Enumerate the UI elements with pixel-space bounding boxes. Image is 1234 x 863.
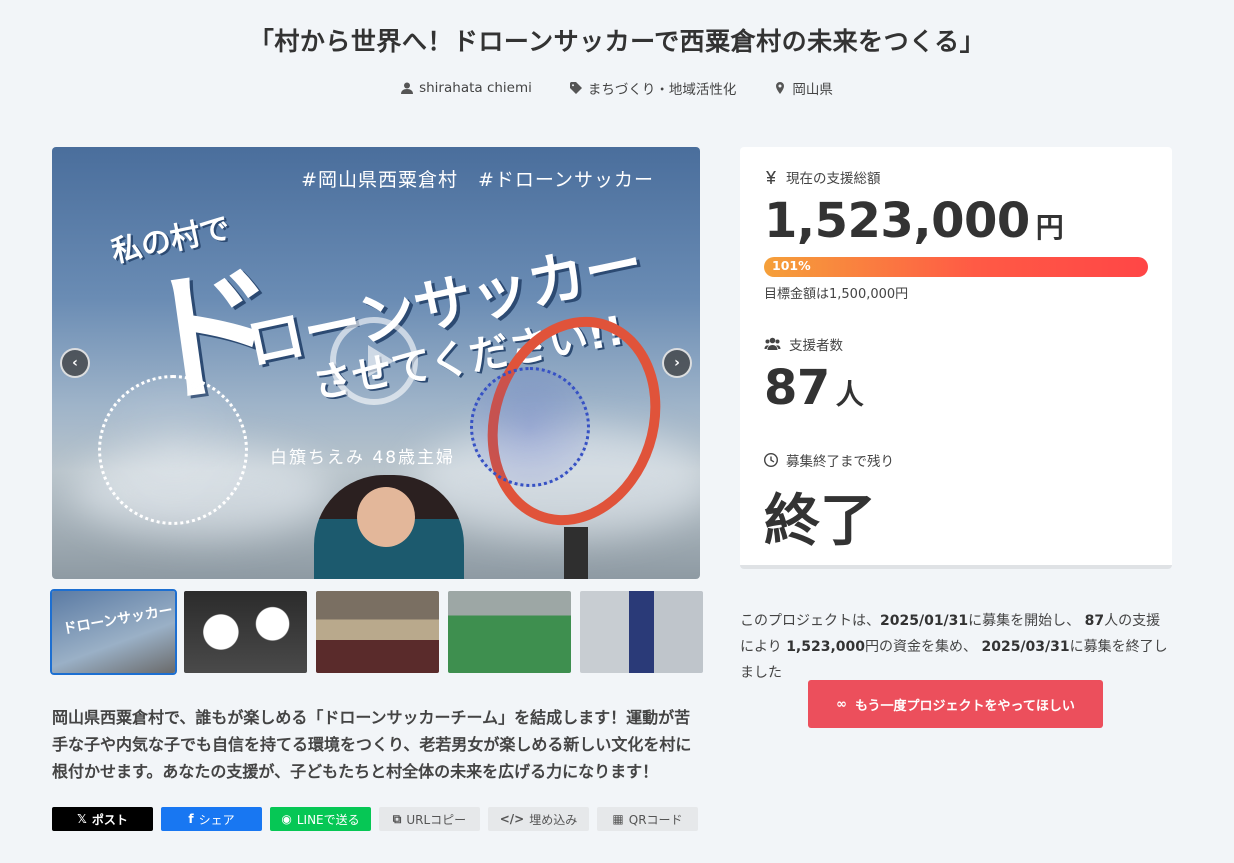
share-buttons: 𝕏 ポスト f シェア ◉ LINEで送る ⧉ URLコピー </> 埋め込み ▦ QRコー… bbox=[52, 807, 698, 831]
funding-stats-card: 現在の支援総額 1,523,000 円 101% 目標金額は1,500,000円… bbox=[740, 147, 1172, 569]
category-link[interactable]: まちづくり・地域活性化 bbox=[569, 78, 737, 98]
qr-icon: ▦ bbox=[612, 812, 624, 826]
summary-start-date: 2025/01/31 bbox=[880, 613, 969, 629]
code-icon: </> bbox=[499, 812, 525, 826]
summary-backers: 87 bbox=[1084, 613, 1105, 629]
amount-value: 1,523,000 円 bbox=[764, 193, 1148, 249]
backers-label-row: 支援者数 bbox=[764, 334, 1148, 354]
thumbnail-4[interactable] bbox=[448, 591, 571, 673]
tag-icon bbox=[569, 82, 582, 94]
infinity-icon: ∞ bbox=[836, 696, 847, 712]
amount-number: 1,523,000 bbox=[764, 193, 1030, 249]
remaining-value: 終了 bbox=[764, 489, 876, 554]
embed-label: 埋め込み bbox=[529, 812, 578, 827]
share-line-button[interactable]: ◉ LINEで送る bbox=[270, 807, 371, 831]
progress-bar: 101% bbox=[764, 257, 1148, 277]
backers-label: 支援者数 bbox=[789, 338, 843, 354]
remaining-label: 募集終了まで残り bbox=[786, 454, 894, 470]
amount-label: 現在の支援総額 bbox=[786, 171, 881, 187]
request-again-label: もう一度プロジェクトをやってほしい bbox=[854, 698, 1075, 714]
person-face bbox=[357, 487, 415, 547]
summary-text: 円の資金を集め、 bbox=[865, 639, 978, 655]
user-icon bbox=[401, 82, 414, 94]
users-icon bbox=[764, 337, 781, 350]
copy-url-label: URLコピー bbox=[406, 812, 467, 827]
remaining-label-row: 募集終了まで残り bbox=[764, 450, 1148, 470]
copy-icon: ⧉ bbox=[392, 811, 402, 826]
summary-end-date: 2025/03/31 bbox=[981, 639, 1070, 655]
yen-icon bbox=[766, 171, 776, 184]
thumbnail-5[interactable] bbox=[580, 591, 703, 673]
project-title: 「村から世界へ！ドローンサッカーで西粟倉村の未来をつくる」 bbox=[248, 27, 986, 56]
next-slide-button[interactable]: › bbox=[662, 348, 692, 378]
prev-slide-button[interactable]: ‹ bbox=[60, 348, 90, 378]
play-video-icon[interactable] bbox=[330, 317, 418, 405]
thumbnail-3[interactable] bbox=[316, 591, 439, 673]
author-name: shirahata chiemi bbox=[419, 80, 532, 96]
hero-hashtags: #岡山県西粟倉村 #ドローンサッカー bbox=[301, 169, 654, 191]
goal-amount: 目標金額は1,500,000円 bbox=[764, 287, 909, 302]
amount-unit: 円 bbox=[1035, 211, 1064, 244]
x-icon: 𝕏 bbox=[77, 812, 87, 826]
project-description: 岡山県西粟倉村で、誰もが楽しめる「ドローンサッカーチーム」を結成します！運動が苦… bbox=[52, 708, 692, 781]
copy-url-button[interactable]: ⧉ URLコピー bbox=[379, 807, 480, 831]
summary-text: に募集を開始し、 bbox=[968, 613, 1081, 629]
clock-icon bbox=[764, 453, 778, 467]
location-name: 岡山県 bbox=[792, 82, 833, 98]
thumbnail-strip: ドローンサッカー bbox=[50, 589, 703, 675]
thumbnail-2[interactable] bbox=[184, 591, 307, 673]
share-facebook-button[interactable]: f シェア bbox=[161, 807, 262, 831]
progress-percent: 101% bbox=[772, 258, 811, 273]
drone-ball-blue bbox=[470, 367, 590, 487]
share-line-label: LINEで送る bbox=[296, 812, 360, 827]
project-summary: このプロジェクトは、2025/01/31に募集を開始し、 87人の支援により 1… bbox=[740, 608, 1172, 686]
backers-value: 87 人 bbox=[764, 360, 1148, 416]
backers-number: 87 bbox=[764, 360, 830, 416]
hero-person-caption: 白籏ちえみ 48歳主婦 bbox=[270, 448, 456, 468]
thumbnail-1[interactable]: ドローンサッカー bbox=[50, 589, 177, 675]
line-icon: ◉ bbox=[281, 812, 292, 826]
summary-amount: 1,523,000 bbox=[786, 639, 866, 655]
facebook-icon: f bbox=[188, 812, 194, 826]
share-facebook-label: シェア bbox=[198, 812, 235, 827]
request-again-button[interactable]: ∞ もう一度プロジェクトをやってほしい bbox=[808, 680, 1103, 728]
share-x-label: ポスト bbox=[91, 812, 128, 827]
amount-label-row: 現在の支援総額 bbox=[764, 167, 1148, 187]
category-name: まちづくり・地域活性化 bbox=[587, 82, 737, 98]
map-pin-icon bbox=[776, 82, 785, 94]
thumbnail-caption: ドローンサッカー bbox=[61, 602, 175, 638]
share-x-button[interactable]: 𝕏 ポスト bbox=[52, 807, 153, 831]
drone-ball-white bbox=[98, 375, 248, 525]
hero-image[interactable]: #岡山県西粟倉村 #ドローンサッカー 私の村で ド ローンサッカー させてくださ… bbox=[52, 147, 700, 579]
goal-pole bbox=[564, 527, 588, 579]
embed-button[interactable]: </> 埋め込み bbox=[488, 807, 589, 831]
qr-code-button[interactable]: ▦ QRコード bbox=[597, 807, 698, 831]
qr-code-label: QRコード bbox=[628, 812, 683, 827]
backers-unit: 人 bbox=[835, 378, 864, 411]
summary-text: このプロジェクトは、 bbox=[740, 613, 880, 629]
project-meta: shirahata chiemi まちづくり・地域活性化 岡山県 bbox=[0, 78, 1234, 98]
location-link[interactable]: 岡山県 bbox=[774, 78, 833, 98]
author-link[interactable]: shirahata chiemi bbox=[401, 78, 532, 98]
